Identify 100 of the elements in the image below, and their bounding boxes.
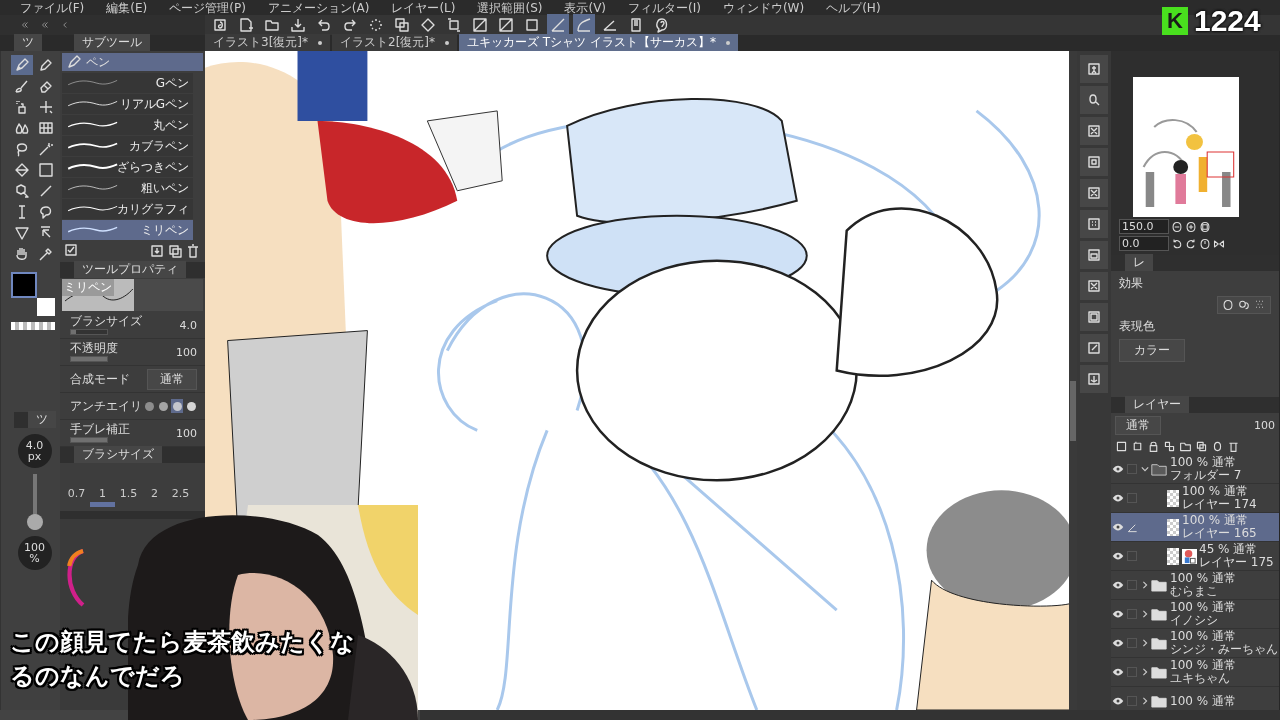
eye-icon[interactable] — [1112, 552, 1124, 560]
panel-button[interactable] — [1080, 179, 1108, 207]
menu-item[interactable]: ページ管理(P) — [169, 1, 246, 15]
opacity-field[interactable]: 100 — [1254, 419, 1275, 432]
zoom-field[interactable]: 150.0 — [1119, 219, 1169, 234]
panel-tab[interactable]: ツ — [27, 411, 56, 428]
document-tab[interactable]: ユキッカーズ Tシャツ イラスト【サーカス】* — [459, 34, 738, 51]
brush-item[interactable]: カブラペン — [62, 136, 193, 156]
panel-button[interactable] — [1080, 55, 1108, 83]
brush-item[interactable]: リアルGペン — [62, 94, 193, 114]
menu-item[interactable]: 表示(V) — [564, 1, 607, 15]
panel-button[interactable] — [1080, 272, 1108, 300]
folder-icon — [1151, 694, 1167, 708]
panel-tab[interactable]: ツ — [14, 34, 42, 51]
panel-tab[interactable]: サブツール — [74, 34, 150, 51]
layer-name: イノシシ — [1170, 614, 1219, 627]
brush-item[interactable]: 丸ペン — [62, 115, 193, 135]
sub-color-swatch[interactable] — [37, 298, 55, 316]
transparent-swatch[interactable] — [11, 322, 55, 330]
document-tab[interactable]: イラスト3[復元]* — [205, 34, 330, 51]
layer-tool-icon — [1131, 440, 1144, 453]
caret-icon[interactable] — [1141, 697, 1149, 705]
eye-icon[interactable] — [1112, 697, 1124, 705]
brush-item[interactable]: カリグラフィ — [62, 199, 193, 219]
layer-info: 100 % 通常 — [1170, 694, 1236, 708]
layer-row[interactable]: 100 % 通常 ユキちゃん — [1111, 658, 1279, 687]
menu-item[interactable]: ウィンドウ(W) — [722, 1, 805, 15]
menu-item[interactable]: フィルター(I) — [628, 1, 701, 15]
panel-tab[interactable]: ツールプロパティ — [74, 261, 186, 278]
menu-item[interactable]: ファイル(F) — [20, 1, 85, 15]
panel-button[interactable] — [1080, 210, 1108, 238]
eye-icon[interactable] — [1112, 610, 1124, 618]
effect-buttons[interactable] — [1217, 296, 1271, 314]
grid-icon — [38, 120, 54, 136]
caret-icon[interactable] — [1141, 610, 1149, 618]
folder-icon — [1151, 578, 1167, 592]
property-slider[interactable] — [70, 437, 108, 443]
panel-tab[interactable]: ブラシサイズ — [74, 446, 162, 463]
panel-button[interactable] — [1080, 117, 1108, 145]
caret-icon[interactable] — [1141, 581, 1149, 589]
main-color-swatch[interactable] — [11, 272, 37, 298]
property-value[interactable]: 4.0 — [179, 318, 197, 332]
subtitle: るのなんでだろ — [10, 662, 186, 690]
property-value[interactable]: 100 — [176, 345, 197, 359]
caret-icon[interactable] — [1141, 668, 1149, 676]
panel-button[interactable] — [1080, 334, 1108, 362]
color-mode-dropdown[interactable]: カラー — [1119, 339, 1185, 362]
subtool-group[interactable]: ペン — [62, 53, 203, 71]
layer-row[interactable]: 100 % 通常 レイヤー 165 — [1111, 513, 1279, 542]
layer-tool-icon — [1211, 440, 1224, 453]
eye-icon[interactable] — [1112, 639, 1124, 647]
menu-item[interactable]: 選択範囲(S) — [477, 1, 543, 15]
menu-item[interactable]: ヘルプ(H) — [826, 1, 881, 15]
layer-row[interactable]: 100 % 通常 むらまこ — [1111, 571, 1279, 600]
menu-item[interactable]: 編集(E) — [106, 1, 148, 15]
panel-button[interactable] — [1080, 303, 1108, 331]
brush-preview: ミリペン — [62, 279, 203, 311]
brush-size-option[interactable]: 2 — [142, 485, 167, 507]
panel-button[interactable] — [1080, 148, 1108, 176]
curve-snap-icon — [576, 17, 592, 33]
caret-icon[interactable] — [1141, 639, 1149, 647]
property-value[interactable]: 100 — [176, 426, 197, 440]
eye-icon[interactable] — [1112, 581, 1124, 589]
brush-item[interactable]: Gペン — [62, 73, 193, 93]
document-tab[interactable]: イラスト2[復元]* — [332, 34, 457, 51]
window-icon — [1086, 309, 1102, 325]
brush-item[interactable]: ざらつきペン — [62, 157, 193, 177]
panel-button[interactable] — [1080, 365, 1108, 393]
antialias-option[interactable] — [171, 399, 183, 413]
layer-row[interactable]: 100 % 通常 イノシシ — [1111, 600, 1279, 629]
panel-tab[interactable]: レイヤー — [1125, 396, 1189, 413]
eye-icon[interactable] — [1112, 523, 1124, 531]
tool-button[interactable] — [11, 55, 33, 75]
eye-icon[interactable] — [1112, 494, 1124, 502]
blend-mode-dropdown[interactable]: 通常 — [1115, 416, 1161, 435]
line-icon — [38, 183, 54, 199]
layer-info: 100 % 通常 — [1182, 514, 1249, 527]
brush-size-option[interactable]: 2.5 — [168, 485, 193, 507]
panel-button[interactable] — [1080, 241, 1108, 269]
blend-mode-dropdown[interactable]: 通常 — [147, 368, 197, 390]
brush-size-option[interactable]: 1.5 — [116, 485, 141, 507]
layer-row[interactable]: 100 % 通常 フォルダー 7 — [1111, 455, 1279, 484]
property-slider[interactable] — [70, 356, 108, 362]
property-slider[interactable] — [70, 329, 108, 335]
brush-item[interactable]: 粗いペン — [62, 178, 193, 198]
caret-icon[interactable] — [1141, 465, 1149, 473]
menu-item[interactable]: アニメーション(A) — [267, 1, 370, 15]
brush-item[interactable]: ミリペン — [62, 220, 193, 240]
layer-row[interactable]: 45 % 通常 レイヤー 175 — [1111, 542, 1279, 571]
panel-button[interactable] — [1080, 86, 1108, 114]
menu-item[interactable]: レイヤー(L) — [391, 1, 456, 15]
canvas-scrollbar[interactable] — [420, 710, 1280, 720]
size-indicator: 4.0 px — [17, 434, 52, 468]
panel-tab[interactable]: レ — [1125, 254, 1153, 271]
rotation-field[interactable]: 0.0 — [1119, 236, 1169, 251]
folder-icon — [1151, 665, 1167, 679]
eye-icon[interactable] — [1112, 465, 1124, 473]
eye-icon[interactable] — [1112, 668, 1124, 676]
layer-row[interactable]: 100 % 通常 シンジ・みーちゃん — [1111, 629, 1279, 658]
brush-size-option[interactable]: 0.7 — [64, 485, 89, 507]
